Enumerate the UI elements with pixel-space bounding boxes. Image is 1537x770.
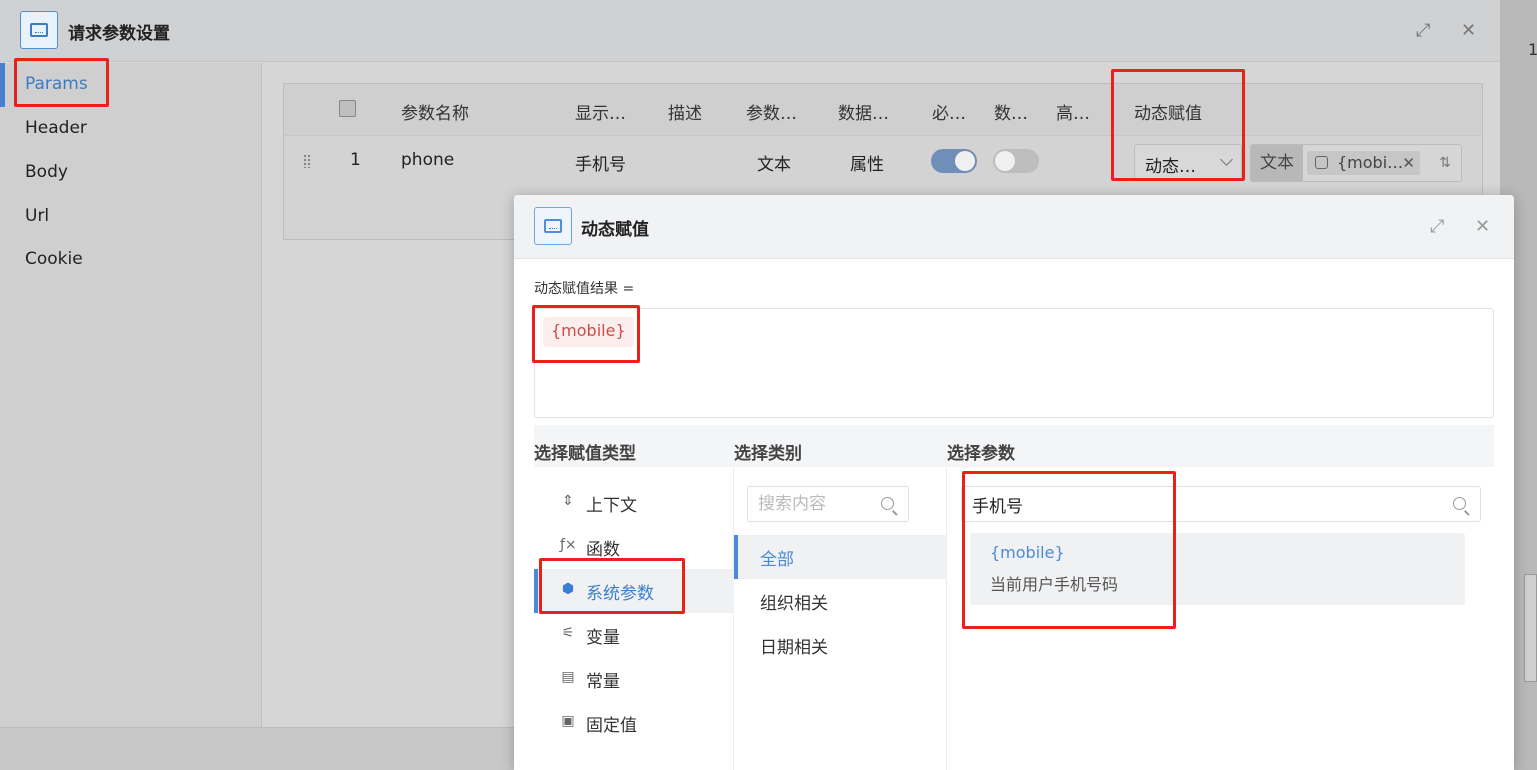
param-search-input[interactable] <box>972 493 1387 515</box>
param-result-item[interactable]: {mobile} 当前用户手机号码 <box>970 533 1465 605</box>
sidebar-item-cookie[interactable]: Cookie <box>25 249 83 269</box>
result-token[interactable]: {mobile} <box>543 317 634 347</box>
table-row: 1 phone 手机号 文本 属性 动态… 文本 {mobi… ✕ ⇅ <box>284 136 1482 190</box>
dynamic-value-dialog: 动态赋值 ⤢ ✕ 动态赋值结果 = {mobile} 选择赋值类型 选择类别 选… <box>514 195 1514 770</box>
type-item-label: 函数 <box>586 540 620 560</box>
type-list: ⇕ 上下文 ƒ× 函数 ⬢ 系统参数 ⚟ 变量 ▤ 常量 ▣ 固定值 <box>534 467 734 770</box>
category-list: 全部 组织相关 日期相关 <box>734 467 947 770</box>
close-icon[interactable]: ✕ <box>1475 218 1490 236</box>
tag-remove-icon[interactable]: ✕ <box>1402 151 1415 175</box>
category-search-field[interactable] <box>747 486 909 522</box>
array-toggle[interactable] <box>993 149 1039 173</box>
type-item-label: 变量 <box>586 628 620 648</box>
monitor-icon <box>534 207 572 245</box>
expand-icon[interactable]: ⤢ <box>1416 22 1430 40</box>
col-advanced: 高… <box>1056 104 1090 124</box>
backdrop-page-number: 1 <box>1528 40 1537 59</box>
category-search-input[interactable] <box>758 493 886 515</box>
row-index: 1 <box>350 150 361 170</box>
type-item-label: 常量 <box>586 672 620 692</box>
sidebar-item-params[interactable]: Params <box>25 74 88 94</box>
sidebar-item-body[interactable]: Body <box>25 162 68 182</box>
row-data-type: 属性 <box>850 155 884 175</box>
category-item-all[interactable]: 全部 <box>734 535 947 579</box>
type-active-indicator <box>534 569 538 613</box>
category-item-org[interactable]: 组织相关 <box>734 579 947 623</box>
sidebar-item-url[interactable]: Url <box>25 206 49 226</box>
param-result-description: 当前用户手机号码 <box>990 575 1119 594</box>
value-type-label[interactable]: 文本 <box>1251 145 1303 181</box>
search-icon[interactable] <box>881 497 894 510</box>
type-item-label: 固定值 <box>586 716 637 736</box>
outer-dialog-header: 请求参数设置 ⤢ ✕ <box>0 0 1500 62</box>
col-display-name: 显示… <box>575 104 626 124</box>
col-param-name: 参数名称 <box>401 104 469 124</box>
inner-dialog-header: 动态赋值 ⤢ ✕ <box>514 195 1514 259</box>
sidebar-active-indicator <box>0 63 5 107</box>
required-toggle[interactable] <box>931 149 977 173</box>
value-tag-text: {mobi… <box>1337 153 1404 172</box>
select-all-checkbox[interactable] <box>339 100 356 117</box>
category-active-indicator <box>734 535 738 579</box>
result-editor[interactable]: {mobile} <box>534 308 1494 418</box>
type-item-function[interactable]: ƒ× 函数 <box>534 525 734 569</box>
row-param-name: phone <box>401 150 455 170</box>
row-display-name: 手机号 <box>575 155 626 175</box>
chevron-down-icon <box>1220 153 1233 166</box>
category-item-label: 全部 <box>760 550 794 570</box>
search-icon[interactable] <box>1453 497 1466 510</box>
inner-dialog-title: 动态赋值 <box>581 220 649 240</box>
type-item-fixed-value[interactable]: ▣ 固定值 <box>534 701 734 745</box>
col-array: 数… <box>994 104 1028 124</box>
value-tag: {mobi… ✕ <box>1307 151 1420 175</box>
type-item-constant[interactable]: ▤ 常量 <box>534 657 734 701</box>
server-icon: ▤ <box>561 669 575 685</box>
dynamic-mode-select[interactable]: 动态… <box>1134 144 1242 180</box>
type-item-label: 系统参数 <box>586 584 654 604</box>
switch-icon[interactable]: ⇅ <box>1439 155 1451 171</box>
function-icon: ƒ× <box>560 537 577 553</box>
hexagon-icon: ⬢ <box>561 581 575 597</box>
expand-icon[interactable]: ⤢ <box>1430 218 1444 236</box>
param-column-title: 选择参数 <box>947 444 1015 464</box>
param-search-field[interactable] <box>961 486 1481 522</box>
col-required: 必… <box>932 104 966 124</box>
chip-icon: ▣ <box>561 713 575 729</box>
drag-handle-icon[interactable] <box>303 154 311 168</box>
category-item-label: 组织相关 <box>760 594 828 614</box>
type-item-context[interactable]: ⇕ 上下文 <box>534 481 734 525</box>
result-label: 动态赋值结果 = <box>534 281 635 297</box>
col-param-type: 参数… <box>746 104 797 124</box>
context-icon: ⇕ <box>562 493 574 509</box>
hexagon-icon <box>1315 156 1328 169</box>
type-column-title: 选择赋值类型 <box>534 444 636 464</box>
category-column-title: 选择类别 <box>734 444 802 464</box>
col-data-type: 数据… <box>838 104 889 124</box>
col-dynamic-value: 动态赋值 <box>1134 104 1202 124</box>
category-item-label: 日期相关 <box>760 638 828 658</box>
backdrop-mini-panel <box>1524 574 1537 682</box>
type-item-variable[interactable]: ⚟ 变量 <box>534 613 734 657</box>
sidebar-item-header[interactable]: Header <box>25 118 87 138</box>
outer-dialog-title: 请求参数设置 <box>68 24 170 44</box>
sliders-icon: ⚟ <box>561 625 575 641</box>
type-item-label: 上下文 <box>586 496 637 516</box>
table-header: 参数名称 显示… 描述 参数… 数据… 必… 数… 高… 动态赋值 <box>284 84 1482 136</box>
monitor-icon <box>20 11 58 49</box>
category-item-date[interactable]: 日期相关 <box>734 623 947 667</box>
params-sidebar: Params Header Body Url Cookie <box>0 63 262 727</box>
type-item-system-params[interactable]: ⬢ 系统参数 <box>534 569 734 613</box>
dynamic-value-field[interactable]: 文本 {mobi… ✕ ⇅ <box>1250 144 1462 182</box>
param-list: {mobile} 当前用户手机号码 <box>947 467 1494 770</box>
param-result-code: {mobile} <box>990 543 1065 562</box>
dynamic-mode-value: 动态… <box>1145 157 1196 177</box>
col-description: 描述 <box>668 104 702 124</box>
close-icon[interactable]: ✕ <box>1461 22 1476 40</box>
row-param-type: 文本 <box>757 155 791 175</box>
